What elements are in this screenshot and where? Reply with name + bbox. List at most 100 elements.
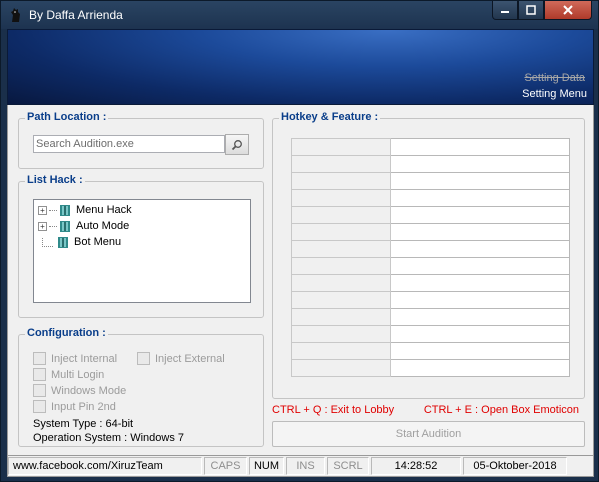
hotkey-key-cell[interactable]: [291, 274, 391, 292]
hotkey-row[interactable]: [291, 257, 570, 275]
tree-item-label: Bot Menu: [74, 236, 122, 248]
list-hack-group: List Hack : + Menu Hack + Auto Mode Bot …: [18, 174, 264, 318]
hotkey-key-cell[interactable]: [291, 342, 391, 360]
hotkey-row[interactable]: [291, 274, 570, 292]
search-button[interactable]: [225, 134, 249, 155]
hotkey-value-cell[interactable]: [390, 291, 570, 309]
start-audition-button[interactable]: Start Audition: [272, 421, 585, 447]
hotkey-value-cell[interactable]: [390, 342, 570, 360]
hotkey-row[interactable]: [291, 138, 570, 156]
hotkey-key-cell[interactable]: [291, 325, 391, 343]
checkbox-label: Inject Internal: [51, 352, 118, 365]
status-link[interactable]: www.facebook.com/XiruzTeam: [8, 457, 202, 475]
status-date: 05-Oktober-2018: [463, 457, 567, 475]
hotkey-value-cell[interactable]: [390, 240, 570, 258]
hotkey-key-cell[interactable]: [291, 240, 391, 258]
status-num: NUM: [249, 457, 284, 475]
hotkey-value-cell[interactable]: [390, 172, 570, 190]
status-scrl: SCRL: [327, 457, 369, 475]
system-type-text: System Type : 64-bit: [33, 418, 134, 430]
tree-item-bot-menu[interactable]: Bot Menu: [38, 234, 121, 250]
hotkey-row[interactable]: [291, 189, 570, 207]
hotkey-value-cell[interactable]: [390, 274, 570, 292]
search-icon: [231, 139, 242, 150]
tab-setting-menu[interactable]: Setting Menu: [522, 88, 587, 100]
expand-icon[interactable]: +: [38, 221, 47, 231]
title-bar[interactable]: By Daffa Arrienda: [1, 1, 598, 29]
hotkey-row[interactable]: [291, 342, 570, 360]
minimize-icon: [501, 11, 509, 13]
list-hack-label: List Hack :: [25, 174, 85, 186]
tree-item-auto-mode[interactable]: + Auto Mode: [38, 218, 129, 234]
hotkey-value-cell[interactable]: [390, 257, 570, 275]
hotkey-row[interactable]: [291, 223, 570, 241]
status-ins: INS: [286, 457, 325, 475]
cabinet-icon: [58, 236, 68, 248]
hotkey-row[interactable]: [291, 155, 570, 173]
hotkey-row[interactable]: [291, 172, 570, 190]
checkbox-box[interactable]: [33, 400, 46, 413]
shortcut-exit-lobby: CTRL + Q : Exit to Lobby: [272, 404, 395, 416]
hotkey-feature-label: Hotkey & Feature :: [279, 111, 381, 123]
windows-mode-checkbox[interactable]: Windows Mode: [33, 384, 126, 397]
hotkey-key-cell[interactable]: [291, 138, 391, 156]
tree-item-menu-hack[interactable]: + Menu Hack: [38, 202, 132, 218]
hotkey-value-cell[interactable]: [390, 223, 570, 241]
hotkey-row[interactable]: [291, 359, 570, 377]
hotkey-key-cell[interactable]: [291, 257, 391, 275]
hotkey-value-cell[interactable]: [390, 206, 570, 224]
hotkey-value-cell[interactable]: [390, 138, 570, 156]
tab-setting-data[interactable]: Setting Data: [524, 72, 585, 84]
checkbox-label: Windows Mode: [51, 384, 127, 397]
hotkey-value-cell[interactable]: [390, 189, 570, 207]
status-bar: www.facebook.com/XiruzTeam CAPS NUM INS …: [7, 455, 594, 477]
checkbox-box[interactable]: [33, 368, 46, 381]
hotkey-row[interactable]: [291, 291, 570, 309]
hotkey-row[interactable]: [291, 240, 570, 258]
hotkey-row[interactable]: [291, 308, 570, 326]
inject-external-checkbox[interactable]: Inject External: [137, 352, 225, 365]
checkbox-label: Multi Login: [51, 368, 105, 381]
hotkey-table[interactable]: [291, 138, 570, 377]
hotkey-key-cell[interactable]: [291, 291, 391, 309]
operation-system-text: Operation System : Windows 7: [33, 432, 185, 444]
input-pin-checkbox[interactable]: Input Pin 2nd: [33, 400, 116, 413]
hotkey-key-cell[interactable]: [291, 359, 391, 377]
checkbox-box[interactable]: [33, 384, 46, 397]
hotkey-key-cell[interactable]: [291, 223, 391, 241]
tree-item-label: Menu Hack: [76, 204, 132, 216]
header-banner: Setting Data Setting Menu: [7, 29, 594, 105]
window-title: By Daffa Arrienda: [29, 8, 123, 22]
multi-login-checkbox[interactable]: Multi Login: [33, 368, 104, 381]
minimize-button[interactable]: [492, 1, 518, 20]
close-icon: [563, 5, 573, 15]
hotkey-value-cell[interactable]: [390, 308, 570, 326]
hotkey-key-cell[interactable]: [291, 206, 391, 224]
hotkey-value-cell[interactable]: [390, 155, 570, 173]
configuration-group: Configuration : Inject Internal Inject E…: [18, 327, 264, 447]
hack-tree[interactable]: + Menu Hack + Auto Mode Bot Menu: [33, 199, 251, 303]
hotkey-row[interactable]: [291, 206, 570, 224]
hotkey-key-cell[interactable]: [291, 155, 391, 173]
maximize-icon: [526, 5, 536, 15]
hotkey-key-cell[interactable]: [291, 308, 391, 326]
shortcut-open-box: CTRL + E : Open Box Emoticon: [423, 404, 579, 416]
hotkey-value-cell[interactable]: [390, 325, 570, 343]
checkbox-box[interactable]: [33, 352, 46, 365]
search-input[interactable]: [33, 135, 225, 153]
tree-item-label: Auto Mode: [76, 220, 130, 232]
close-button[interactable]: [544, 1, 592, 20]
status-caps: CAPS: [204, 457, 247, 475]
checkbox-box[interactable]: [137, 352, 150, 365]
hotkey-value-cell[interactable]: [390, 359, 570, 377]
app-logo-icon: [11, 8, 20, 22]
app-window: By Daffa Arrienda Setting Data Setting M…: [0, 0, 599, 482]
maximize-button[interactable]: [518, 1, 544, 20]
expand-icon[interactable]: +: [38, 205, 47, 215]
hotkey-key-cell[interactable]: [291, 172, 391, 190]
path-location-label: Path Location :: [25, 111, 109, 123]
main-panel: Path Location : List Hack : + Menu: [7, 105, 594, 455]
inject-internal-checkbox[interactable]: Inject Internal: [33, 352, 117, 365]
hotkey-key-cell[interactable]: [291, 189, 391, 207]
hotkey-row[interactable]: [291, 325, 570, 343]
